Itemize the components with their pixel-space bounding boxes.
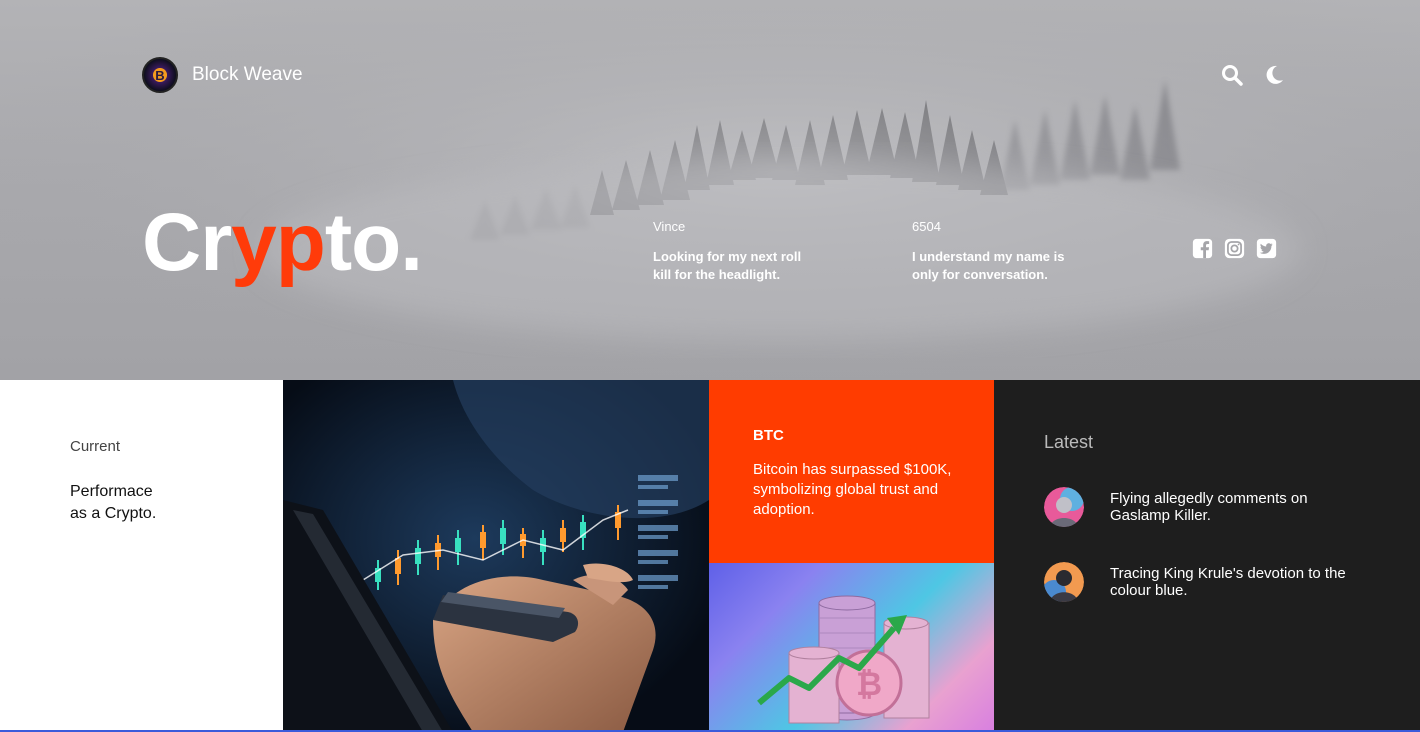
trading-photo bbox=[283, 380, 709, 732]
hero-title-accent: yp bbox=[231, 197, 326, 288]
hero-quote: Vince Looking for my next roll kill for … bbox=[653, 219, 813, 284]
hero-quote: 6504 I understand my name is only for co… bbox=[912, 219, 1072, 284]
latest-item-text: Flying allegedly comments on Gaslamp Kil… bbox=[1110, 490, 1308, 524]
twitter-icon[interactable] bbox=[1256, 238, 1277, 259]
current-label: Current bbox=[70, 438, 121, 455]
trading-photo-image bbox=[283, 380, 709, 732]
avatar bbox=[1044, 487, 1084, 527]
social-links bbox=[1192, 238, 1277, 259]
bitcoin-coins-image: ₿ bbox=[709, 563, 994, 732]
hero-title-start: Cr bbox=[142, 197, 232, 288]
latest-title: Latest bbox=[1044, 432, 1094, 452]
btc-text: Bitcoin has surpassed $100K, symbolizing… bbox=[753, 461, 952, 518]
latest-item-text: Tracing King Krule's devotion to the col… bbox=[1110, 565, 1346, 599]
quote-text: Looking for my next roll kill for the he… bbox=[653, 249, 802, 282]
hero-title-end: to. bbox=[324, 197, 423, 288]
bitcoin-logo-icon: B bbox=[142, 57, 178, 93]
btc-title: BTC bbox=[753, 427, 784, 444]
quote-author: 6504 bbox=[912, 219, 941, 234]
brand[interactable]: B Block Weave bbox=[142, 57, 303, 93]
btc-card[interactable]: BTC Bitcoin has surpassed $100K, symboli… bbox=[709, 380, 994, 563]
coins-illustration: ₿ bbox=[757, 595, 930, 724]
latest-item[interactable]: Flying allegedly comments on Gaslamp Kil… bbox=[1044, 487, 1360, 527]
current-panel: Current Performace as a Crypto. bbox=[0, 380, 283, 732]
svg-text:₿: ₿ bbox=[856, 666, 882, 702]
latest-item[interactable]: Tracing King Krule's devotion to the col… bbox=[1044, 562, 1360, 602]
search-icon[interactable] bbox=[1220, 63, 1244, 87]
hero-section: B Block Weave Crypto. Vince Looking for … bbox=[0, 0, 1420, 380]
latest-panel: Latest Flying allegedly comments on Gasl… bbox=[994, 380, 1420, 732]
facebook-icon[interactable] bbox=[1192, 238, 1213, 259]
avatar bbox=[1044, 562, 1084, 602]
moon-icon[interactable] bbox=[1262, 63, 1286, 87]
quote-text: I understand my name is only for convers… bbox=[912, 249, 1065, 282]
quote-author: Vince bbox=[653, 219, 686, 234]
nav-icons bbox=[1220, 63, 1286, 87]
instagram-icon[interactable] bbox=[1224, 238, 1245, 259]
brand-name: Block Weave bbox=[192, 64, 303, 85]
current-text: Performace as a Crypto. bbox=[70, 483, 157, 522]
hero-title: Crypto. bbox=[142, 196, 423, 290]
